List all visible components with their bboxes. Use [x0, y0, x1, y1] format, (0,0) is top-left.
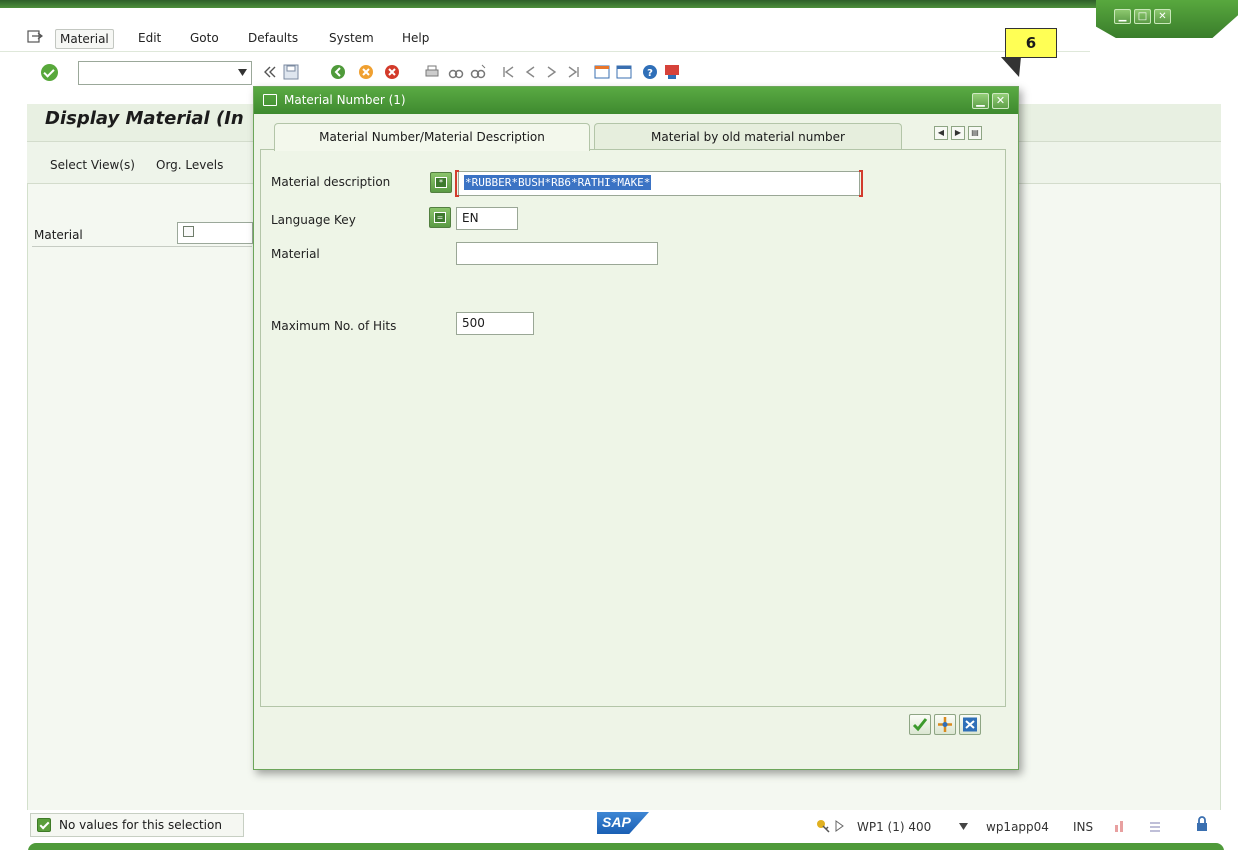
back-icon[interactable]: [330, 64, 346, 80]
tab-scroll-right-icon[interactable]: ▶: [951, 126, 965, 140]
selection-option-button[interactable]: *: [430, 172, 452, 193]
save-icon[interactable]: [283, 64, 299, 80]
menu-icon[interactable]: [27, 30, 43, 43]
cancel-icon[interactable]: [384, 64, 400, 80]
callout-pointer: [1000, 57, 1030, 77]
org-levels-button[interactable]: Org. Levels: [156, 158, 223, 172]
required-marker: [859, 170, 863, 197]
material-description-label: Material description: [271, 175, 391, 189]
menu-edit[interactable]: Edit: [134, 29, 165, 49]
svg-text:?: ?: [647, 68, 653, 79]
expand-icon[interactable]: [835, 820, 845, 832]
tab-material-description[interactable]: Material Number/Material Description: [274, 123, 590, 151]
page-title: Display Material (In: [45, 108, 244, 129]
exit-icon[interactable]: [358, 64, 374, 80]
divider: [32, 246, 252, 247]
minimize-icon[interactable]: ▁: [1114, 9, 1131, 24]
dialog-titlebar[interactable]: Material Number (1) ▁ ✕: [254, 87, 1018, 114]
chevron-down-icon[interactable]: [959, 823, 968, 830]
bottom-bar: [28, 843, 1224, 850]
collapse-icon[interactable]: [262, 64, 278, 80]
maximize-icon[interactable]: □: [1134, 9, 1151, 24]
minimize-icon[interactable]: ▁: [972, 93, 989, 109]
arrows-icon: [938, 717, 952, 732]
first-page-icon[interactable]: [500, 64, 516, 80]
last-page-icon[interactable]: [566, 64, 582, 80]
customize-layout-icon[interactable]: [664, 64, 680, 80]
material-input[interactable]: [456, 242, 658, 265]
menu-help[interactable]: Help: [398, 29, 433, 49]
lock-icon[interactable]: [1195, 816, 1209, 832]
transfer-icon: [1150, 822, 1160, 832]
menu-bar: Material Edit Goto Defaults System Help: [0, 22, 1090, 52]
print-icon[interactable]: [424, 64, 440, 80]
max-hits-label: Maximum No. of Hits: [271, 319, 397, 333]
language-key-label: Language Key: [271, 213, 356, 227]
key-icon[interactable]: [816, 819, 830, 833]
step-callout: 6: [1005, 28, 1057, 58]
tab-panel: [260, 149, 1006, 707]
cancel-button[interactable]: [959, 714, 981, 735]
status-message[interactable]: No values for this selection: [30, 813, 244, 837]
menu-system[interactable]: System: [325, 29, 378, 49]
chevron-down-icon[interactable]: [238, 69, 247, 77]
equals-icon: =: [434, 212, 446, 223]
continue-button[interactable]: [909, 714, 931, 735]
previous-page-icon[interactable]: [522, 64, 538, 80]
pattern-icon: *: [435, 177, 447, 188]
select-views-button[interactable]: Select View(s): [50, 158, 135, 172]
required-marker: [455, 170, 459, 197]
menu-material[interactable]: Material: [55, 29, 114, 49]
menu-goto[interactable]: Goto: [186, 29, 223, 49]
next-page-icon[interactable]: [544, 64, 560, 80]
server-name: wp1app04: [986, 820, 1049, 834]
material-description-input[interactable]: *RUBBER*BUSH*RB6*RATHI*MAKE*: [455, 170, 863, 197]
checkmark-icon: [912, 718, 928, 732]
window-controls: ▁ □ ✕: [1096, 0, 1238, 38]
multiple-selection-button[interactable]: [934, 714, 956, 735]
find-icon[interactable]: [448, 64, 464, 80]
command-field[interactable]: [78, 61, 252, 85]
language-key-input[interactable]: EN: [456, 207, 518, 230]
create-session-icon[interactable]: [594, 64, 610, 80]
menu-defaults[interactable]: Defaults: [244, 29, 302, 49]
insert-mode: INS: [1073, 820, 1094, 834]
selection-option-button[interactable]: =: [429, 207, 451, 228]
material-number-dialog: Material Number (1) ▁ ✕ Material Number/…: [253, 86, 1019, 770]
status-message-text: No values for this selection: [59, 818, 222, 832]
shortcut-icon[interactable]: [616, 64, 632, 80]
dialog-menu-icon[interactable]: [263, 94, 277, 106]
dialog-title: Material Number (1): [284, 93, 406, 107]
close-icon[interactable]: ✕: [992, 93, 1009, 109]
performance-icon: [1115, 821, 1123, 832]
tab-list-icon[interactable]: ▤: [968, 126, 982, 140]
tab-old-material-number[interactable]: Material by old material number: [594, 123, 902, 149]
material-label: Material: [271, 247, 320, 261]
max-hits-input[interactable]: 500: [456, 312, 534, 335]
required-checkbox-icon: [183, 226, 194, 237]
enter-icon[interactable]: [41, 64, 58, 81]
system-info[interactable]: WP1 (1) 400: [857, 820, 931, 834]
material-field[interactable]: [177, 222, 253, 244]
close-icon[interactable]: ✕: [1154, 9, 1171, 24]
material-label: Material: [34, 228, 83, 242]
cancel-icon: [963, 717, 977, 732]
window-frame-top: [0, 0, 1238, 8]
material-description-value: *RUBBER*BUSH*RB6*RATHI*MAKE*: [464, 175, 652, 190]
help-icon[interactable]: ?: [642, 64, 658, 80]
success-icon: [37, 818, 51, 832]
tab-scroll-left-icon[interactable]: ◀: [934, 126, 948, 140]
find-next-icon[interactable]: [470, 64, 486, 80]
